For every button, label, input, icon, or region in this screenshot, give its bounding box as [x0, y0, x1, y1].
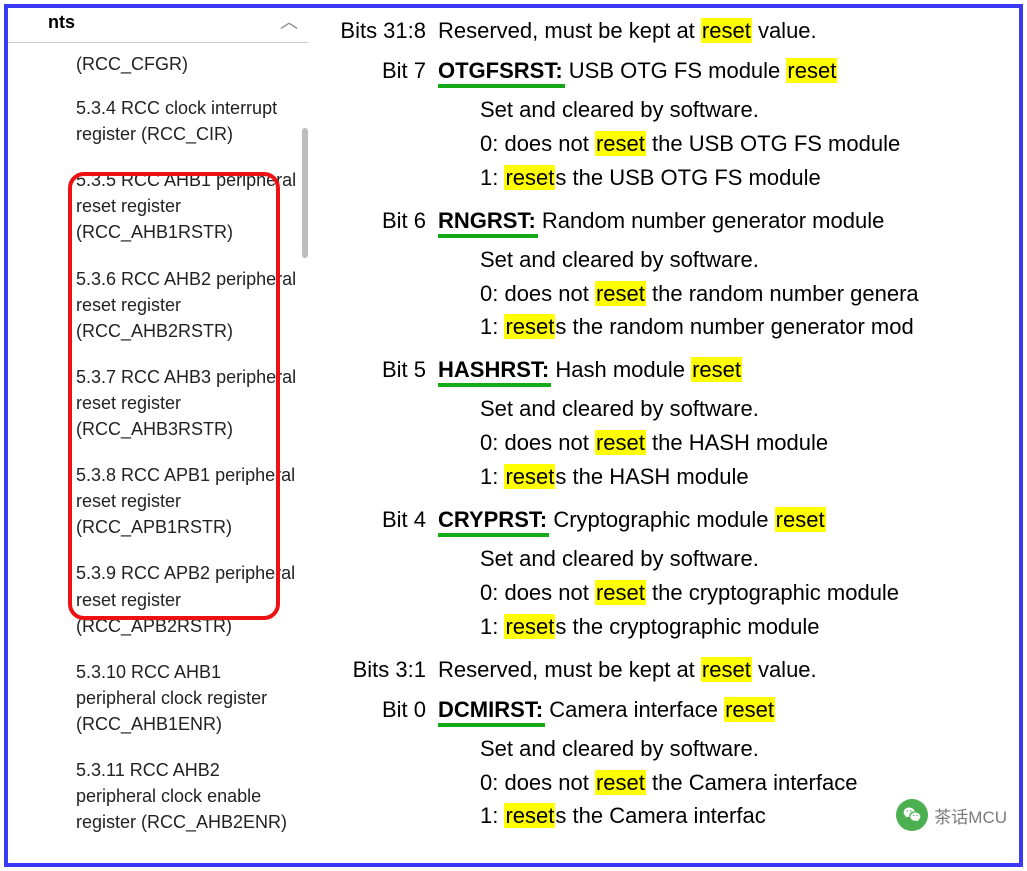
bit-0-block: Bit 0 DCMIRST: Camera interface reset Se… — [318, 697, 1019, 833]
toc-header-text: nts — [48, 12, 75, 33]
highlight-reset: reset — [691, 357, 742, 382]
bit-label: Bit 0 — [318, 697, 438, 723]
bit-name-cryprst: CRYPRST: — [438, 507, 547, 533]
highlight-reset: reset — [504, 803, 555, 828]
highlight-reset: reset — [595, 131, 646, 156]
toc-item[interactable]: 5.3.4 RCC clock interrupt register (RCC_… — [26, 85, 300, 157]
bit-label: Bits 3:1 — [318, 657, 438, 683]
highlight-reset: reset — [595, 770, 646, 795]
bit-name-hashrst: HASHRST: — [438, 357, 549, 383]
highlight-reset: reset — [786, 58, 837, 83]
document-body: Bits 31:8 Reserved, must be kept at rese… — [308, 8, 1019, 863]
bit-label: Bit 6 — [318, 208, 438, 234]
bit-label: Bit 7 — [318, 58, 438, 84]
toc-sidebar: nts ︿ (RCC_CFGR) 5.3.4 RCC clock interru… — [8, 8, 308, 863]
toc-list: (RCC_CFGR) 5.3.4 RCC clock interrupt reg… — [8, 43, 308, 841]
bit-name-otgfsrst: OTGFSRST: — [438, 58, 563, 84]
bit-5-block: Bit 5 HASHRST: Hash module reset Set and… — [318, 357, 1019, 493]
highlight-reset: reset — [504, 165, 555, 190]
bits-31-8-reserved: Bits 31:8 Reserved, must be kept at rese… — [318, 18, 1019, 44]
highlight-reset: reset — [504, 314, 555, 339]
highlight-reset: reset — [701, 18, 752, 43]
toc-item[interactable]: 5.3.6 RCC AHB2 peripheral reset register… — [26, 256, 300, 354]
scrollbar-thumb[interactable] — [302, 128, 308, 258]
collapse-icon[interactable]: ︿ — [280, 8, 298, 34]
bit-label: Bit 4 — [318, 507, 438, 533]
highlight-reset: reset — [701, 657, 752, 682]
bit-name-dcmirst: DCMIRST: — [438, 697, 543, 723]
bits-3-1-reserved: Bits 3:1 Reserved, must be kept at reset… — [318, 657, 1019, 683]
scrollbar-track[interactable] — [302, 38, 308, 398]
toc-item[interactable]: 5.3.9 RCC APB2 peripheral reset register… — [26, 550, 300, 648]
toc-item[interactable]: 5.3.5 RCC AHB1 peripheral reset register… — [26, 157, 300, 255]
highlight-reset: reset — [504, 614, 555, 639]
bit-name-rngrst: RNGRST: — [438, 208, 536, 234]
highlight-reset: reset — [595, 580, 646, 605]
toc-item[interactable]: 5.3.10 RCC AHB1 peripheral clock registe… — [26, 649, 300, 747]
bit-4-block: Bit 4 CRYPRST: Cryptographic module rese… — [318, 507, 1019, 643]
toc-header: nts ︿ — [8, 8, 308, 43]
highlight-reset: reset — [775, 507, 826, 532]
reserved-text: Reserved, must be kept at reset value. — [438, 18, 817, 44]
highlight-reset: reset — [595, 281, 646, 306]
bit-6-block: Bit 6 RNGRST: Random number generator mo… — [318, 208, 1019, 344]
toc-item[interactable]: 5.3.7 RCC AHB3 peripheral reset register… — [26, 354, 300, 452]
bit-label: Bit 5 — [318, 357, 438, 383]
bit-label: Bits 31:8 — [318, 18, 438, 44]
highlight-reset: reset — [724, 697, 775, 722]
toc-item[interactable]: (RCC_CFGR) — [26, 49, 300, 85]
highlight-reset: reset — [595, 430, 646, 455]
highlight-reset: reset — [504, 464, 555, 489]
toc-item[interactable]: 5.3.8 RCC APB1 peripheral reset register… — [26, 452, 300, 550]
reserved-text: Reserved, must be kept at reset value. — [438, 657, 817, 683]
document-frame: nts ︿ (RCC_CFGR) 5.3.4 RCC clock interru… — [4, 4, 1023, 867]
bit-7-block: Bit 7 OTGFSRST: USB OTG FS module reset … — [318, 58, 1019, 194]
toc-item[interactable]: 5.3.11 RCC AHB2 peripheral clock enable … — [26, 747, 300, 835]
